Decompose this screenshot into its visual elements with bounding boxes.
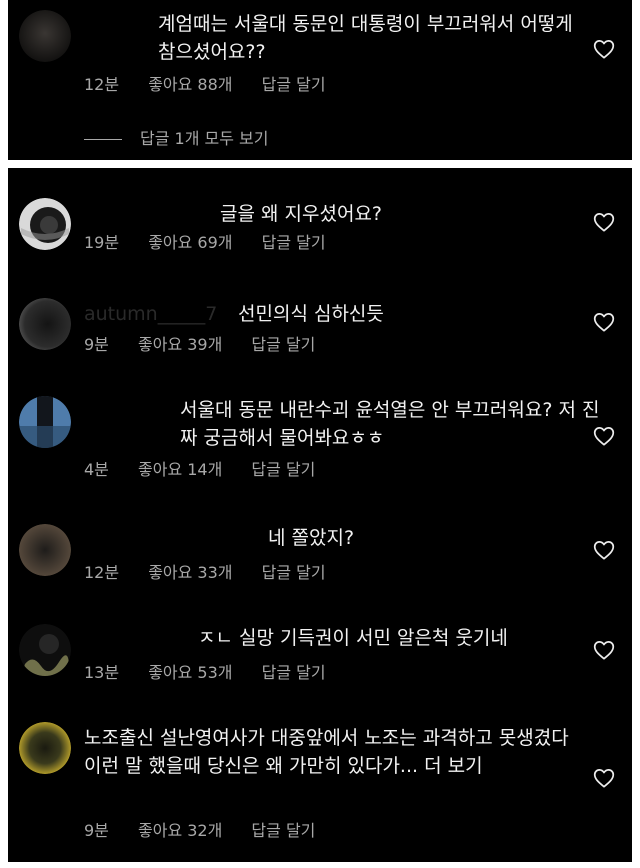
comment-meta: 9분 좋아요 32개 답글 달기 <box>84 820 339 842</box>
like-count[interactable]: 좋아요 32개 <box>138 820 222 842</box>
heart-icon[interactable] <box>593 212 615 232</box>
comment-time: 12분 <box>84 75 120 94</box>
comment-time: 9분 <box>84 821 109 840</box>
avatar[interactable] <box>19 396 71 448</box>
comment-text: ㅈㄴ 실망 기득권이 서민 알은척 웃기네 <box>198 627 508 649</box>
heart-icon[interactable] <box>593 312 615 332</box>
reply-button[interactable]: 답글 달기 <box>262 74 326 96</box>
comment-meta: 9분 좋아요 39개 답글 달기 <box>84 334 339 356</box>
comment-panel-main: 글을 왜 지우셨어요? 19분 좋아요 69개 답글 달기 autumn____… <box>8 168 632 862</box>
comment-time: 13분 <box>84 663 120 682</box>
avatar[interactable] <box>19 524 71 576</box>
heart-icon[interactable] <box>593 768 615 788</box>
comment-text: 글을 왜 지우셨어요? <box>220 203 383 225</box>
comment-time: 12분 <box>84 563 120 582</box>
reply-button[interactable]: 답글 달기 <box>262 232 326 254</box>
comment-meta: 4분 좋아요 14개 답글 달기 <box>84 459 339 481</box>
like-count[interactable]: 좋아요 88개 <box>148 74 232 96</box>
heart-icon[interactable] <box>593 426 615 446</box>
reply-thread-line <box>84 139 122 140</box>
comment-time: 4분 <box>84 460 109 479</box>
comment-meta: 12분 좋아요 33개 답글 달기 <box>84 562 350 584</box>
heart-icon[interactable] <box>593 640 615 660</box>
comment-text: 노조출신 설난영여사가 대중앞에서 노조는 과격하고 못생겼다 이런 말 했을때… <box>84 727 569 777</box>
reply-button[interactable]: 답글 달기 <box>251 820 315 842</box>
comment-time: 19분 <box>84 233 120 252</box>
more-button[interactable]: 더 보기 <box>424 755 482 777</box>
avatar[interactable] <box>19 298 71 350</box>
avatar[interactable] <box>19 624 71 676</box>
heart-icon[interactable] <box>593 540 615 560</box>
comment-text: 선민의식 심하신듯 <box>238 303 384 325</box>
comment-time: 9분 <box>84 335 109 354</box>
comment-username[interactable]: autumn_____7 <box>84 300 217 328</box>
like-count[interactable]: 좋아요 53개 <box>148 662 232 684</box>
avatar[interactable] <box>19 722 71 774</box>
reply-button[interactable]: 답글 달기 <box>262 662 326 684</box>
like-count[interactable]: 좋아요 39개 <box>138 334 222 356</box>
like-count[interactable]: 좋아요 14개 <box>138 459 222 481</box>
avatar[interactable] <box>19 198 71 250</box>
comment-meta: 12분 좋아요 88개 답글 달기 <box>84 74 350 96</box>
comment-text: 네 쫄았지? <box>268 527 355 549</box>
like-count[interactable]: 좋아요 33개 <box>148 562 232 584</box>
view-replies-button[interactable]: 답글 1개 모두 보기 <box>84 128 268 150</box>
reply-button[interactable]: 답글 달기 <box>262 562 326 584</box>
like-count[interactable]: 좋아요 69개 <box>148 232 232 254</box>
comment-text: 계엄때는 서울대 동문인 대통령이 부끄러워서 어떻게 참으셨어요?? <box>158 13 573 63</box>
comment-text: 서울대 동문 내란수괴 윤석열은 안 부끄러워요? 저 진짜 궁금해서 물어봐요… <box>180 399 600 449</box>
avatar[interactable] <box>19 10 71 62</box>
comment-panel-top: 계엄때는 서울대 동문인 대통령이 부끄러워서 어떻게 참으셨어요?? 12분 … <box>8 0 632 160</box>
comment-meta: 13분 좋아요 53개 답글 달기 <box>84 662 350 684</box>
heart-icon[interactable] <box>593 39 615 59</box>
reply-button[interactable]: 답글 달기 <box>251 334 315 356</box>
comment-meta: 19분 좋아요 69개 답글 달기 <box>84 232 350 254</box>
reply-button[interactable]: 답글 달기 <box>251 459 315 481</box>
